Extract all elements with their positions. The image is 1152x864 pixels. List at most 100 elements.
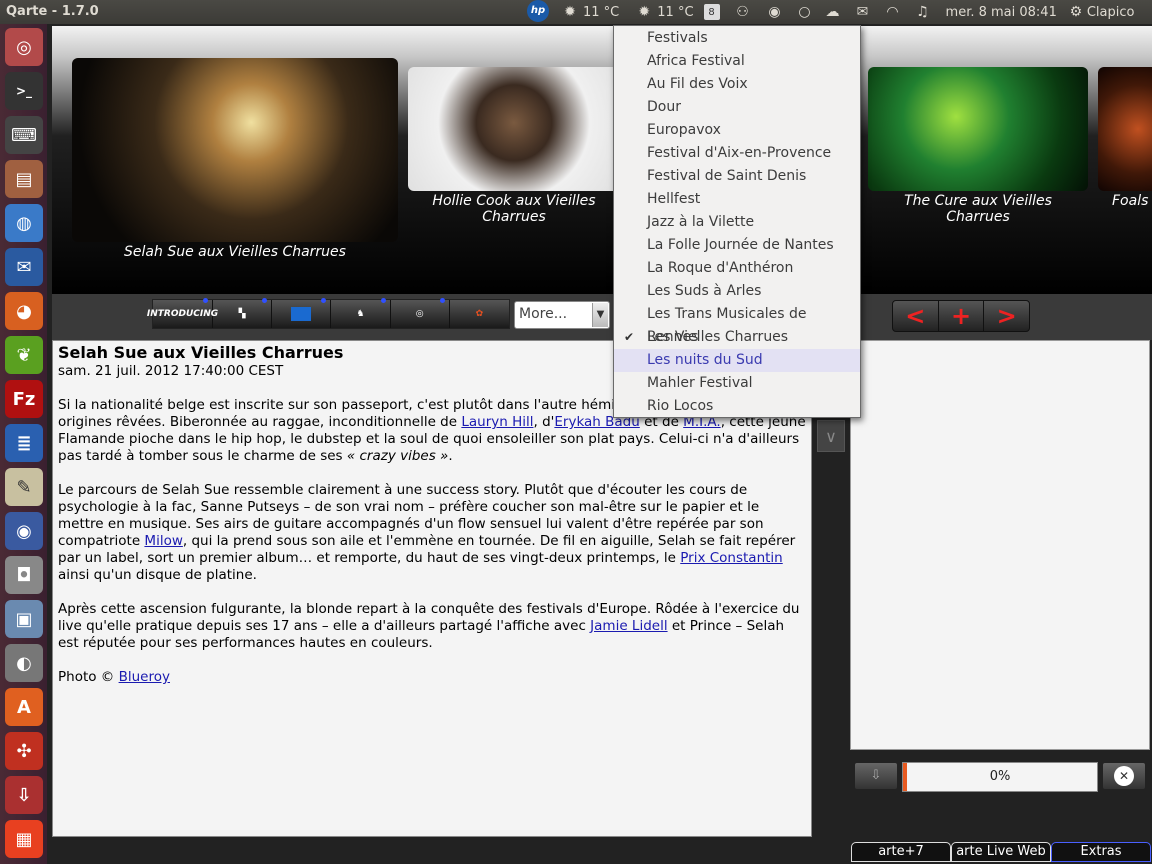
weather-temp-2[interactable]: 11 °C (657, 5, 693, 20)
download-button[interactable]: ⇩ (854, 762, 898, 790)
clock[interactable]: mer. 8 mai 08:41 (946, 5, 1057, 20)
sun-icon[interactable]: ✹ (635, 3, 653, 21)
more-select[interactable]: More... ▼ (514, 301, 610, 329)
menu-item[interactable]: La Folle Journée de Nantes (614, 234, 860, 257)
menu-item[interactable]: Jazz à la Vilette (614, 211, 860, 234)
document-icon[interactable]: ≣ (5, 424, 43, 462)
progress-fill (903, 763, 907, 791)
sun-icon[interactable]: ✹ (561, 3, 579, 21)
software-center-icon[interactable]: A (5, 688, 43, 726)
filezilla-icon[interactable]: Fz (5, 380, 43, 418)
progress-text: 0% (989, 769, 1011, 784)
app-title: Qarte - 1.7.0 (6, 4, 99, 19)
thumbnail-foals[interactable] (1098, 67, 1152, 191)
menu-item-label: Jazz à la Vilette (647, 214, 755, 230)
menu-item-label: Hellfest (647, 191, 701, 207)
menu-item[interactable]: Au Fil des Voix (614, 73, 860, 96)
checkmark-icon: ✔ (624, 330, 635, 344)
photos-icon[interactable]: ▣ (5, 600, 43, 638)
mail-icon[interactable]: ✉ (854, 3, 872, 21)
menu-item[interactable]: Les Suds à Arles (614, 280, 860, 303)
tab-extras[interactable]: Extras (1051, 842, 1151, 862)
menu-item-label: Africa Festival (647, 53, 745, 69)
tab-arte-live-web[interactable]: arte Live Web (951, 842, 1051, 862)
camera-icon[interactable]: ◘ (5, 556, 43, 594)
arte-icon[interactable]: ▦ (5, 820, 43, 858)
close-icon: ✕ (1114, 766, 1134, 786)
partner-logo-3[interactable] (272, 298, 332, 328)
thumbnail-selah-sue[interactable] (72, 58, 398, 242)
menu-item[interactable]: Africa Festival (614, 50, 860, 73)
menu-item[interactable]: La Roque d'Anthéron (614, 257, 860, 280)
bottom-tabs: arte+7 arte Live Web Extras (48, 842, 1152, 864)
menu-item-label: Les Vielles Charrues (647, 329, 789, 345)
calendar-icon[interactable]: 8 (703, 4, 720, 20)
thunderbird-icon[interactable]: ✉ (5, 248, 43, 286)
menu-item[interactable]: Dour (614, 96, 860, 119)
menu-item-label: Festival de Saint Denis (647, 168, 807, 184)
leaf-icon[interactable]: ❦ (5, 336, 43, 374)
menu-item[interactable]: Les Trans Musicales de Rennes (614, 303, 860, 345)
terminal2-icon[interactable]: ⌨ (5, 116, 43, 154)
gear-icon[interactable]: ⚙ (1067, 3, 1085, 21)
menu-item[interactable]: Festival d'Aix-en-Provence (614, 142, 860, 165)
chevron-down-icon[interactable]: ▼ (592, 303, 608, 327)
link-lauryn-hill[interactable]: Lauryn Hill (461, 414, 533, 430)
wifi-icon[interactable]: ◠ (884, 3, 902, 21)
eye-icon[interactable]: ◉ (766, 3, 784, 21)
radio-icon[interactable]: ◉ (5, 512, 43, 550)
volume-icon[interactable]: ♫ (914, 3, 932, 21)
article-paragraph-3: Après cette ascension fulgurante, la blo… (58, 601, 800, 651)
scroll-down-icon[interactable]: ∨ (817, 420, 845, 452)
installer-icon[interactable]: ⇩ (5, 776, 43, 814)
ubuntu-home-icon[interactable]: ◎ (5, 28, 43, 66)
link-blueroy[interactable]: Blueroy (119, 669, 170, 685)
thumbnail-hollie-cook[interactable] (408, 67, 620, 191)
settings-icon[interactable]: ✣ (5, 732, 43, 770)
firefox-icon[interactable]: ◕ (5, 292, 43, 330)
partner-logo-6[interactable]: ✿ (450, 300, 509, 328)
menu-item-label: Mahler Festival (647, 375, 753, 391)
partner-logo-5[interactable]: ◎ (391, 298, 450, 328)
thumbnail-the-cure[interactable] (868, 67, 1088, 191)
menu-item[interactable]: Hellfest (614, 188, 860, 211)
previous-button[interactable]: < (893, 301, 939, 331)
next-button[interactable]: > (984, 301, 1029, 331)
menu-item[interactable]: Festival de Saint Denis (614, 165, 860, 188)
circle-icon[interactable]: ○ (796, 3, 814, 21)
network-icon[interactable]: ⚇ (734, 3, 752, 21)
menu-item[interactable]: Festivals (614, 27, 860, 50)
partner-introducing-logo[interactable]: INTRODUCING (147, 298, 218, 328)
link-prix-constantin[interactable]: Prix Constantin (680, 550, 782, 566)
tray: hp ✹ 11 °C ✹ 11 °C 8 ⚇ ◉ ○ ☁ ✉ ◠ ♫ mer. … (527, 0, 1135, 22)
link-milow[interactable]: Milow (144, 533, 182, 549)
menu-item[interactable]: Rio Locos (614, 395, 860, 418)
caption-hollie-cook: Hollie Cook aux Vieilles Charrues (432, 193, 596, 225)
partner-logo-2[interactable]: ▚ (213, 298, 273, 328)
link-jamie-lidell[interactable]: Jamie Lidell (590, 618, 667, 634)
cloud-icon[interactable]: ☁ (824, 3, 842, 21)
video-gallery: Selah Sue aux Vieilles Charrues Hollie C… (52, 26, 1152, 294)
menu-item[interactable]: Europavox (614, 119, 860, 142)
festivals-dropdown-menu: Festivals Africa Festival Au Fil des Voix D… (613, 25, 861, 418)
user-name[interactable]: Clapico (1087, 5, 1135, 20)
files-icon[interactable]: ▤ (5, 160, 43, 198)
caption-the-cure: The Cure aux Vieilles Charrues (904, 193, 1052, 225)
weather-temp-1[interactable]: 11 °C (583, 5, 619, 20)
menu-item[interactable]: Les nuits du Sud (614, 349, 860, 372)
terminal-icon[interactable]: >_ (5, 72, 43, 110)
text-editor-icon[interactable]: ✎ (5, 468, 43, 506)
menu-item[interactable]: Mahler Festival (614, 372, 860, 395)
add-button[interactable]: + (939, 301, 985, 331)
gimp-icon[interactable]: ◐ (5, 644, 43, 682)
partner-logo-4[interactable]: ♞ (331, 298, 391, 328)
download-list-panel[interactable] (850, 340, 1150, 750)
chromium-icon[interactable]: ◍ (5, 204, 43, 242)
hp-icon[interactable]: hp (527, 0, 549, 22)
cancel-button[interactable]: ✕ (1102, 762, 1146, 790)
menu-item-label: Les Suds à Arles (647, 283, 762, 299)
tab-arte-plus-7[interactable]: arte+7 (851, 842, 951, 862)
partner-logos: INTRODUCING ▚ ♞ ◎ ✿ (147, 298, 510, 329)
article-photo-credit: Photo © Blueroy (58, 669, 170, 685)
menu-item[interactable]: ✔ Les Vielles Charrues (614, 326, 860, 349)
